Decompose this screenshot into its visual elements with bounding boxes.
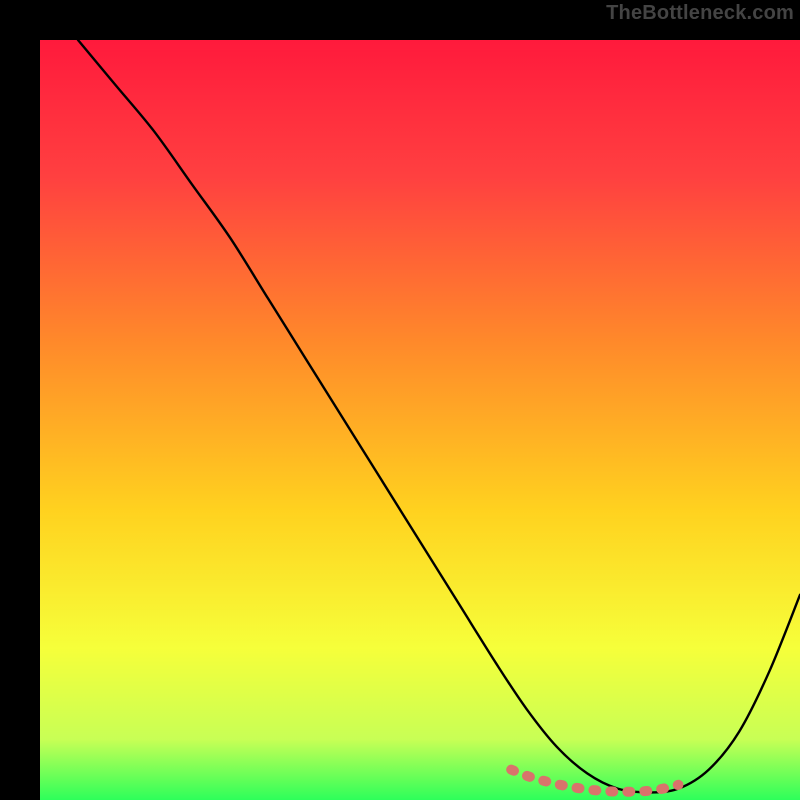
watermark-text: TheBottleneck.com — [606, 2, 794, 25]
chart-plot — [40, 40, 800, 800]
chart-svg — [40, 40, 800, 800]
chart-frame — [20, 20, 780, 780]
chart-background — [40, 40, 800, 800]
